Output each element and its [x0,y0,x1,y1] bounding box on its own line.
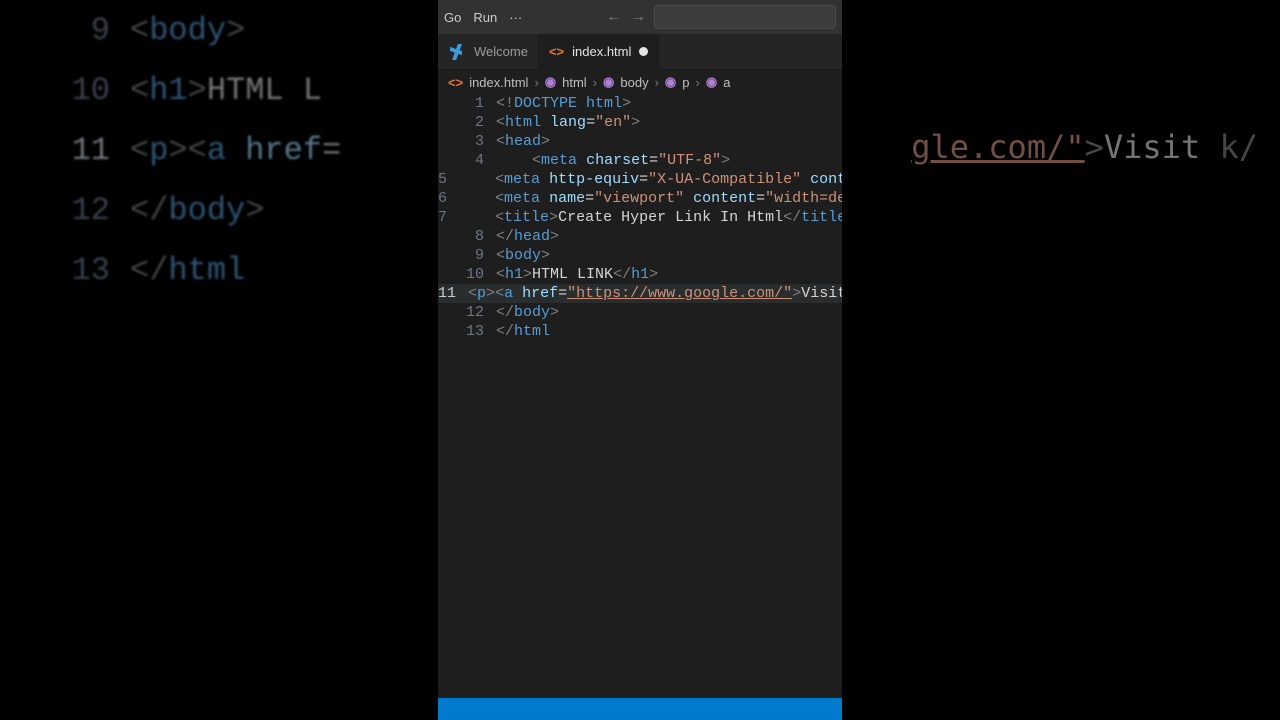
tab-welcome[interactable]: Welcome [438,34,539,69]
menu-bar: Go Run ··· ← → [438,0,842,34]
vscode-icon [448,43,466,61]
status-bar[interactable] [438,698,842,720]
line-number: 13 [438,322,496,341]
tab-bar: Welcome <> index.html [438,34,842,70]
html-file-icon: <> [448,75,463,90]
unsaved-dot-icon [639,47,648,56]
menu-go[interactable]: Go [438,10,467,25]
code-editor[interactable]: 1<!DOCTYPE html> 2<html lang="en"> 3<hea… [438,94,842,698]
breadcrumb-item[interactable]: html [562,75,587,90]
line-number: 11 [438,284,468,303]
line-number: 6 [438,189,459,208]
tag-icon: ◉ [603,74,614,90]
breadcrumb-item[interactable]: index.html [469,75,528,90]
breadcrumb-item[interactable]: body [620,75,648,90]
nav-forward-icon[interactable]: → [630,8,646,26]
tag-icon: ◉ [706,74,717,90]
stage: 9 <<body>body> 10 <h1>HTML L 11 <p><a hr… [0,0,1280,720]
line-number: 3 [438,132,496,151]
tag-icon: ◉ [665,74,676,90]
vscode-window: Go Run ··· ← → Welcome <> index.html <> … [438,0,842,720]
nav-back-icon[interactable]: ← [606,8,622,26]
chevron-right-icon: › [534,75,538,90]
line-number: 10 [438,265,496,284]
html-file-icon: <> [549,44,564,59]
chevron-right-icon: › [593,75,597,90]
chevron-right-icon: › [696,75,700,90]
line-number: 9 [438,246,496,265]
line-number: 8 [438,227,496,246]
tab-label: Welcome [474,44,528,59]
breadcrumb-item[interactable]: a [723,75,730,90]
line-number: 5 [438,170,459,189]
tab-label: index.html [572,44,631,59]
tag-icon: ◉ [545,74,556,90]
line-number: 7 [438,208,459,227]
tab-index-html[interactable]: <> index.html [539,34,659,69]
menu-more-icon[interactable]: ··· [503,10,528,25]
line-number: 4 [438,151,496,170]
breadcrumb-item[interactable]: p [682,75,689,90]
line-number: 2 [438,113,496,132]
current-line[interactable]: 11<p><a href="https://www.google.com/">V… [438,284,842,303]
chevron-right-icon: › [655,75,659,90]
breadcrumb[interactable]: <> index.html › ◉ html › ◉ body › ◉ p › … [438,70,842,94]
menu-run[interactable]: Run [467,10,503,25]
line-number: 12 [438,303,496,322]
command-search-input[interactable] [654,5,836,29]
line-number: 1 [438,94,496,113]
